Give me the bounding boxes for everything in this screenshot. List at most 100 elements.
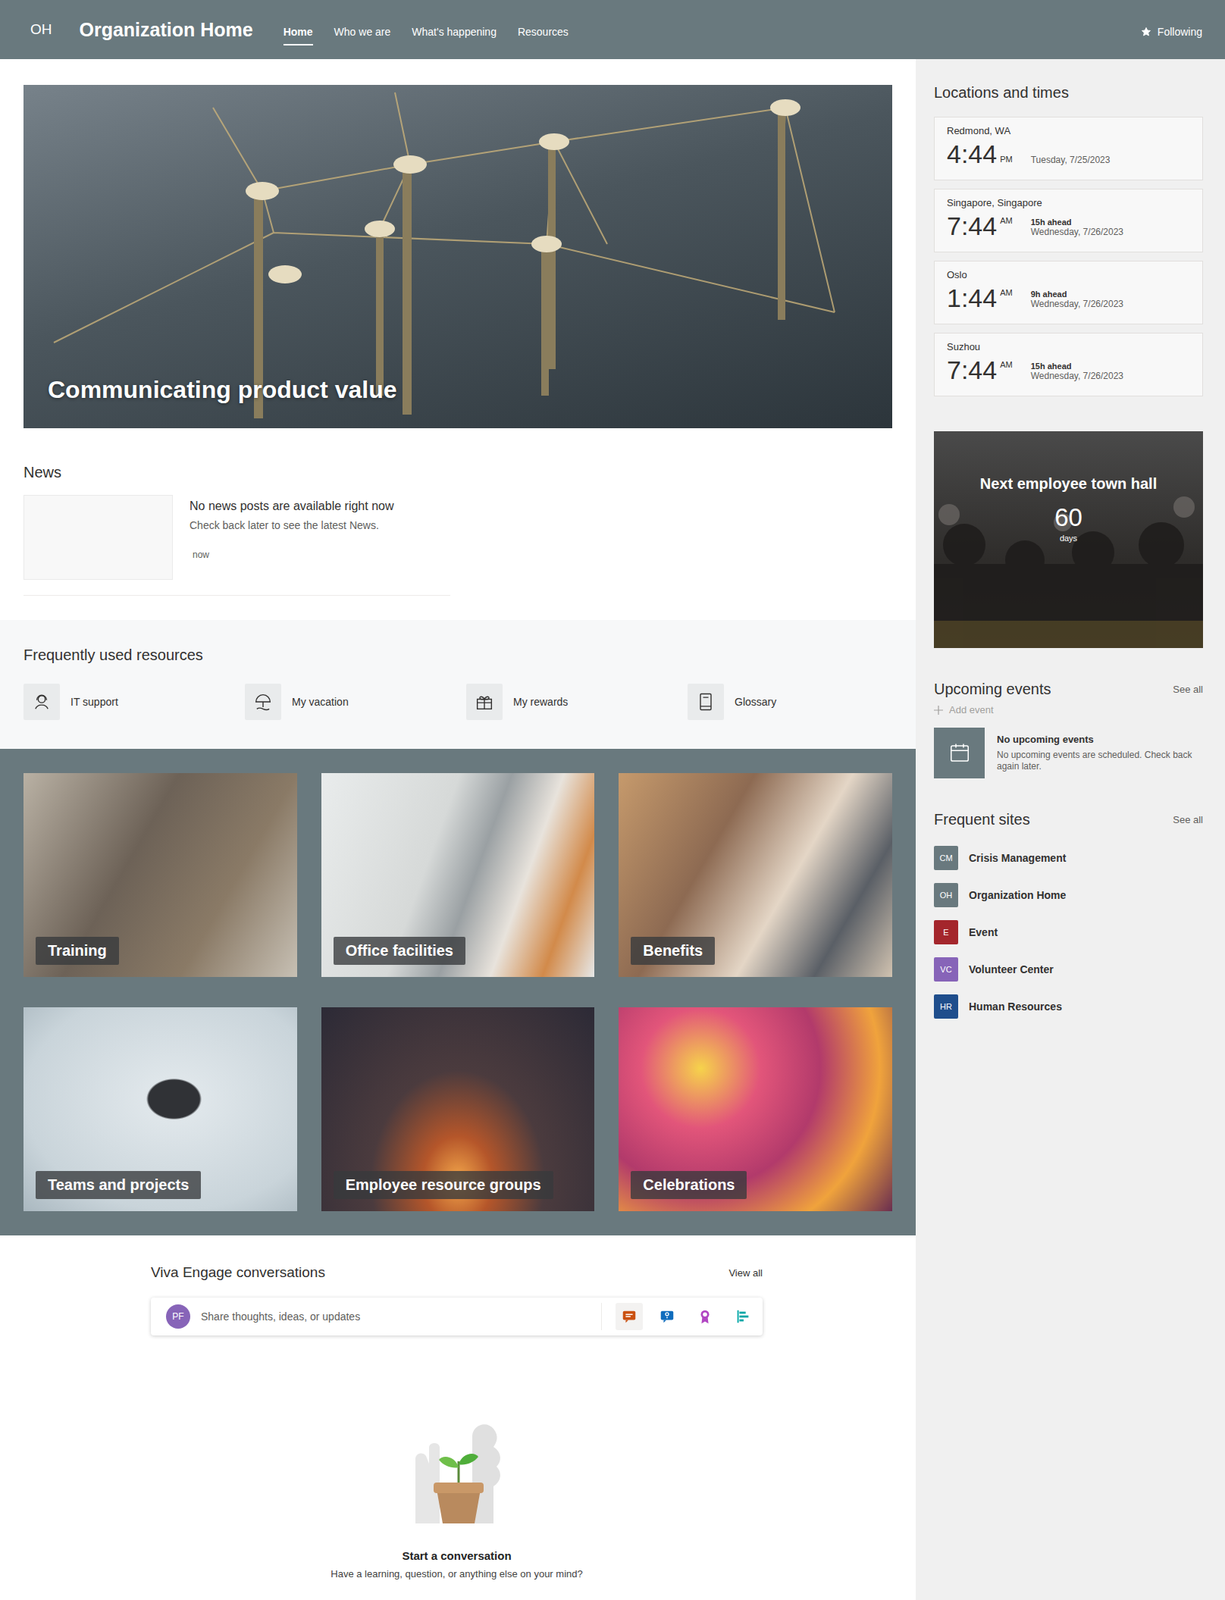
follow-label[interactable]: Following [1157,25,1203,38]
clock-ampm: AM [999,216,1013,226]
site-name[interactable]: Human Resources [968,1000,1063,1013]
tile[interactable]: Benefits [618,773,893,978]
site-link[interactable]: CM Crisis Management [933,839,1204,877]
news-title[interactable]: News [23,461,893,483]
events-empty-desc: No upcoming events are scheduled. Check … [996,749,1202,773]
site-name[interactable]: Volunteer Center [968,963,1054,976]
resources-title[interactable]: Frequently used resources [23,644,893,666]
tile[interactable]: Training [23,773,298,978]
tile-label[interactable]: Teams and projects [35,1171,201,1200]
site-link[interactable]: E Event [933,913,1204,951]
site-avatar[interactable]: E [933,920,959,945]
resource-label[interactable]: My vacation [291,695,349,709]
tile-label[interactable]: Training [35,936,120,965]
resource-link[interactable]: Glossary [687,683,909,721]
resource-link[interactable]: IT support [23,683,245,721]
clock-time-row: 7:44AM15h aheadWednesday, 7/26/2023 [946,355,1191,385]
events-title[interactable]: Upcoming events [933,678,1052,700]
nav-link[interactable]: Resources [517,18,569,46]
sites-header: Frequent sites See all [933,808,1204,831]
tile-label[interactable]: Benefits [630,936,715,965]
nav-link[interactable]: Who we are [334,18,392,46]
discussion-icon [620,1308,638,1326]
user-avatar[interactable]: PF [166,1304,191,1329]
frequent-sites: Frequent sites See all CM Crisis Management… [933,808,1204,1025]
countdown-card[interactable]: Next employee town hall60days [933,431,1204,649]
clock-offset: 15h ahead [1030,217,1124,227]
post-type-button[interactable] [691,1303,719,1331]
resource-link[interactable]: My vacation [244,683,467,721]
tile[interactable]: Employee resource groups [321,1007,596,1212]
tile[interactable]: Teams and projects [23,1007,298,1212]
nav-link[interactable]: Home [283,18,314,46]
resource-label[interactable]: IT support [70,695,119,709]
nav-link[interactable]: What's happening [411,18,497,46]
clock-city: Redmond, WA [946,125,1191,137]
tile[interactable]: Office facilities [321,773,596,978]
resource-link[interactable]: My rewards [466,683,688,721]
resource-label[interactable]: Glossary [734,695,777,709]
events-empty: No upcoming eventsNo upcoming events are… [933,727,1204,779]
site-logo[interactable]: OH [28,18,54,41]
clock-time-row: 7:44AM 15h aheadWednesday, 7/26/2023 [946,211,1191,241]
clock-ampm: PM [999,154,1013,164]
site-name[interactable]: Organization Home [968,889,1066,902]
site-name[interactable]: Crisis Management [968,852,1066,865]
sites-see-all[interactable]: See all [1172,814,1204,826]
site-avatar[interactable]: CM [933,845,959,871]
clock-city: Oslo [946,269,1191,281]
events-see-all[interactable]: See all [1172,683,1204,696]
tile-label[interactable]: Employee resource groups [333,1171,554,1200]
countdown-number: 60 [1054,503,1083,533]
site-avatar[interactable]: HR [933,994,959,1019]
tile[interactable]: Celebrations [618,1007,893,1212]
calendar-box [933,727,985,779]
view-all-link[interactable]: View all [728,1267,763,1279]
site-title[interactable]: Organization Home [79,18,254,41]
post-input[interactable] [199,1309,602,1324]
site-link[interactable]: HR Human Resources [933,987,1204,1025]
news-item-title[interactable]: No news posts are available right now [189,499,394,514]
glossary-icon [695,691,717,713]
resource-icon-box[interactable] [466,683,503,721]
post-type-button[interactable] [615,1303,643,1331]
post-type-button[interactable] [729,1303,757,1331]
tile-label[interactable]: Celebrations [630,1171,747,1200]
resource-icon-box[interactable] [687,683,724,721]
add-event-button[interactable]: Add event [933,704,1204,716]
sites-title[interactable]: Frequent sites [933,808,1031,831]
clock-time: 7:44 [946,211,997,241]
resource-icon-box[interactable] [244,683,282,721]
post-type-buttons [601,1303,757,1331]
follow-button[interactable]: Following [1140,25,1203,38]
news-item[interactable]: No news posts are available right nowChe… [23,495,893,580]
sites-list: CM Crisis Management OH Organization Home EE… [933,839,1204,1025]
resource-label[interactable]: My rewards [513,695,568,709]
hero-title[interactable]: Communicating product value [47,375,397,405]
world-clock-card: Oslo1:44AM9h aheadWednesday, 7/26/2023 [933,260,1204,325]
engage-title[interactable]: Viva Engage conversations [150,1264,326,1282]
clocks-title[interactable]: Locations and times [933,81,1204,104]
clock-date-text: Wednesday, 7/26/2023 [1030,226,1124,238]
events-header: Upcoming events See all [933,678,1204,700]
clock-date-text: Wednesday, 7/26/2023 [1030,298,1124,310]
site-avatar[interactable]: OH [933,883,959,908]
rewards-icon [473,691,496,713]
site-avatar[interactable]: VC [933,957,959,982]
tile-label[interactable]: Office facilities [333,936,466,965]
site-link[interactable]: OH Organization Home [933,876,1204,914]
countdown-title[interactable]: Next employee town hall [980,475,1157,493]
vacation-icon [252,691,274,713]
news-item-time: now [189,549,394,561]
empty-state-text: Have a learning, question, or anything e… [330,1568,583,1580]
clock-date: 15h aheadWednesday, 7/26/2023 [1030,355,1124,385]
site-name[interactable]: Event [968,926,998,939]
news-thumbnail [23,495,173,580]
resource-icon-box[interactable] [23,683,60,721]
post-type-button[interactable] [653,1303,681,1331]
hero-banner[interactable]: Communicating product value [23,84,893,429]
add-event-label[interactable]: Add event [949,704,994,716]
plus-icon [933,705,944,715]
site-link[interactable]: VC Volunteer Center [933,950,1204,988]
news-section: News No news posts are available right no… [0,461,916,621]
